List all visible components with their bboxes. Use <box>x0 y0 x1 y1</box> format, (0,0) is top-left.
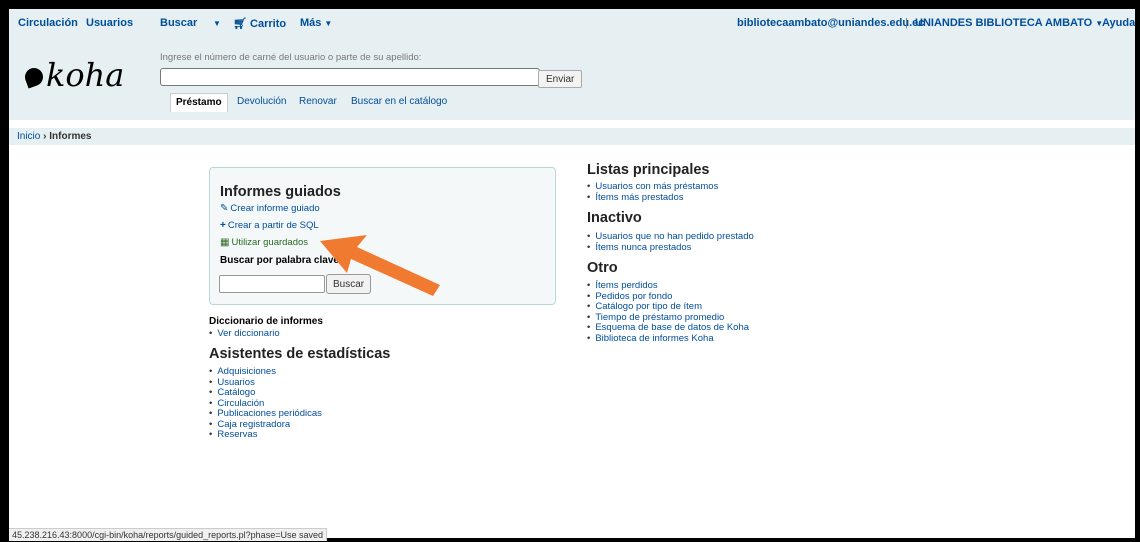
inactive-title: Inactivo <box>587 210 642 226</box>
top-lists-title: Listas principales <box>587 162 710 178</box>
link-label: Crear informe guiado <box>230 203 320 214</box>
other-list: Ítems perdidos Pedidos por fondo Catálog… <box>587 280 749 345</box>
nav-buscar-dropdown[interactable]: ▼ <box>210 17 221 29</box>
koha-logo[interactable]: koha <box>22 56 125 94</box>
nav-separator: | <box>905 17 908 29</box>
arrow-pointer-icon <box>320 235 440 296</box>
browser-status-url: 45.238.216.43:8000/cgi-bin/koha/reports/… <box>9 528 327 541</box>
enviar-button[interactable]: Enviar <box>538 70 583 88</box>
nav-carrito-label: Carrito <box>250 18 287 30</box>
nav-mas-label: Más <box>300 17 322 29</box>
list-item[interactable]: Catálogo <box>209 387 322 399</box>
pencil-icon: ✎ <box>220 203 229 214</box>
list-item[interactable]: Usuarios con más préstamos <box>587 181 718 193</box>
nav-carrito[interactable]: 🛒︎ Carrito <box>233 17 286 30</box>
nav-buscar[interactable]: Buscar <box>160 17 197 29</box>
tab-renovar[interactable]: Renovar <box>299 93 337 111</box>
screen-frame-right <box>1135 0 1140 542</box>
caret-down-icon: ▼ <box>324 18 333 28</box>
nav-usuarios[interactable]: Usuarios <box>86 17 133 29</box>
dictionary-title: Diccionario de informes <box>209 316 323 327</box>
plus-icon: + <box>220 220 226 231</box>
breadcrumb: Inicio › Informes <box>9 128 1135 145</box>
nav-ayuda[interactable]: Ayuda <box>1102 17 1135 29</box>
list-item[interactable]: Adquisiciones <box>209 366 322 378</box>
list-item[interactable]: Catálogo por tipo de ítem <box>587 301 749 313</box>
other-title: Otro <box>587 260 618 276</box>
keyword-search-input[interactable] <box>219 275 325 293</box>
library-selector[interactable]: UNIANDES BIBLIOTECA AMBATO ▼ <box>915 17 1103 29</box>
link-label: Crear a partir de SQL <box>227 220 319 231</box>
list-item[interactable]: Publicaciones periódicas <box>209 408 322 420</box>
list-item[interactable]: Usuarios que no han pedido prestado <box>587 231 753 243</box>
list-item[interactable]: Biblioteca de informes Koha <box>587 333 749 345</box>
top-lists: Usuarios con más préstamos Ítems más pre… <box>587 181 718 204</box>
link-crear-sql[interactable]: + Crear a partir de SQL <box>220 220 319 231</box>
patron-search-input[interactable] <box>160 68 540 86</box>
link-crear-informe-guiado[interactable]: ✎ Crear informe guiado <box>220 203 320 214</box>
list-item[interactable]: Ítems más prestados <box>587 192 718 204</box>
inactive-list: Usuarios que no han pedido prestado Ítem… <box>587 231 754 254</box>
koha-logo-icon <box>22 65 46 89</box>
list-item[interactable]: Reservas <box>209 429 322 441</box>
nav-mas[interactable]: Más ▼ <box>300 17 332 29</box>
link-utilizar-guardados[interactable]: ▦ Utilizar guardados <box>220 237 308 248</box>
breadcrumb-current: Informes <box>49 131 92 142</box>
list-item[interactable]: Ítems nunca prestados <box>587 242 754 254</box>
tab-devolucion[interactable]: Devolución <box>237 93 286 111</box>
list-item[interactable]: Esquema de base de datos de Koha <box>587 322 749 334</box>
stats-title: Asistentes de estadísticas <box>209 346 391 362</box>
stats-list: Adquisiciones Usuarios Catálogo Circulac… <box>209 366 322 441</box>
tab-prestamo[interactable]: Préstamo <box>170 93 228 112</box>
nav-circulacion[interactable]: Circulación <box>18 17 78 29</box>
dictionary-list: Ver diccionario <box>209 328 279 340</box>
caret-down-icon: ▼ <box>213 18 221 28</box>
breadcrumb-separator: › <box>43 131 47 142</box>
link-label: Utilizar guardados <box>231 237 309 248</box>
breadcrumb-trail: Inicio › Informes <box>17 131 92 142</box>
screen-frame-left <box>0 0 9 542</box>
library-name: UNIANDES BIBLIOTECA AMBATO <box>915 17 1093 29</box>
cart-icon: 🛒︎ <box>233 18 251 30</box>
list-item[interactable]: Ver diccionario <box>209 328 279 340</box>
list-item[interactable]: Ítems perdidos <box>587 280 749 292</box>
logo-text: koha <box>46 56 125 94</box>
search-hint: Ingrese el número de carné del usuario o… <box>160 52 422 63</box>
list-icon: ▦ <box>220 237 230 248</box>
guided-reports-title: Informes guiados <box>220 184 341 200</box>
user-email[interactable]: bibliotecaambato@uniandes.edu.ec <box>737 17 924 29</box>
tab-buscar-catalogo[interactable]: Buscar en el catálogo <box>351 93 447 111</box>
screen-frame-top <box>0 0 1140 9</box>
breadcrumb-home[interactable]: Inicio <box>17 131 40 142</box>
